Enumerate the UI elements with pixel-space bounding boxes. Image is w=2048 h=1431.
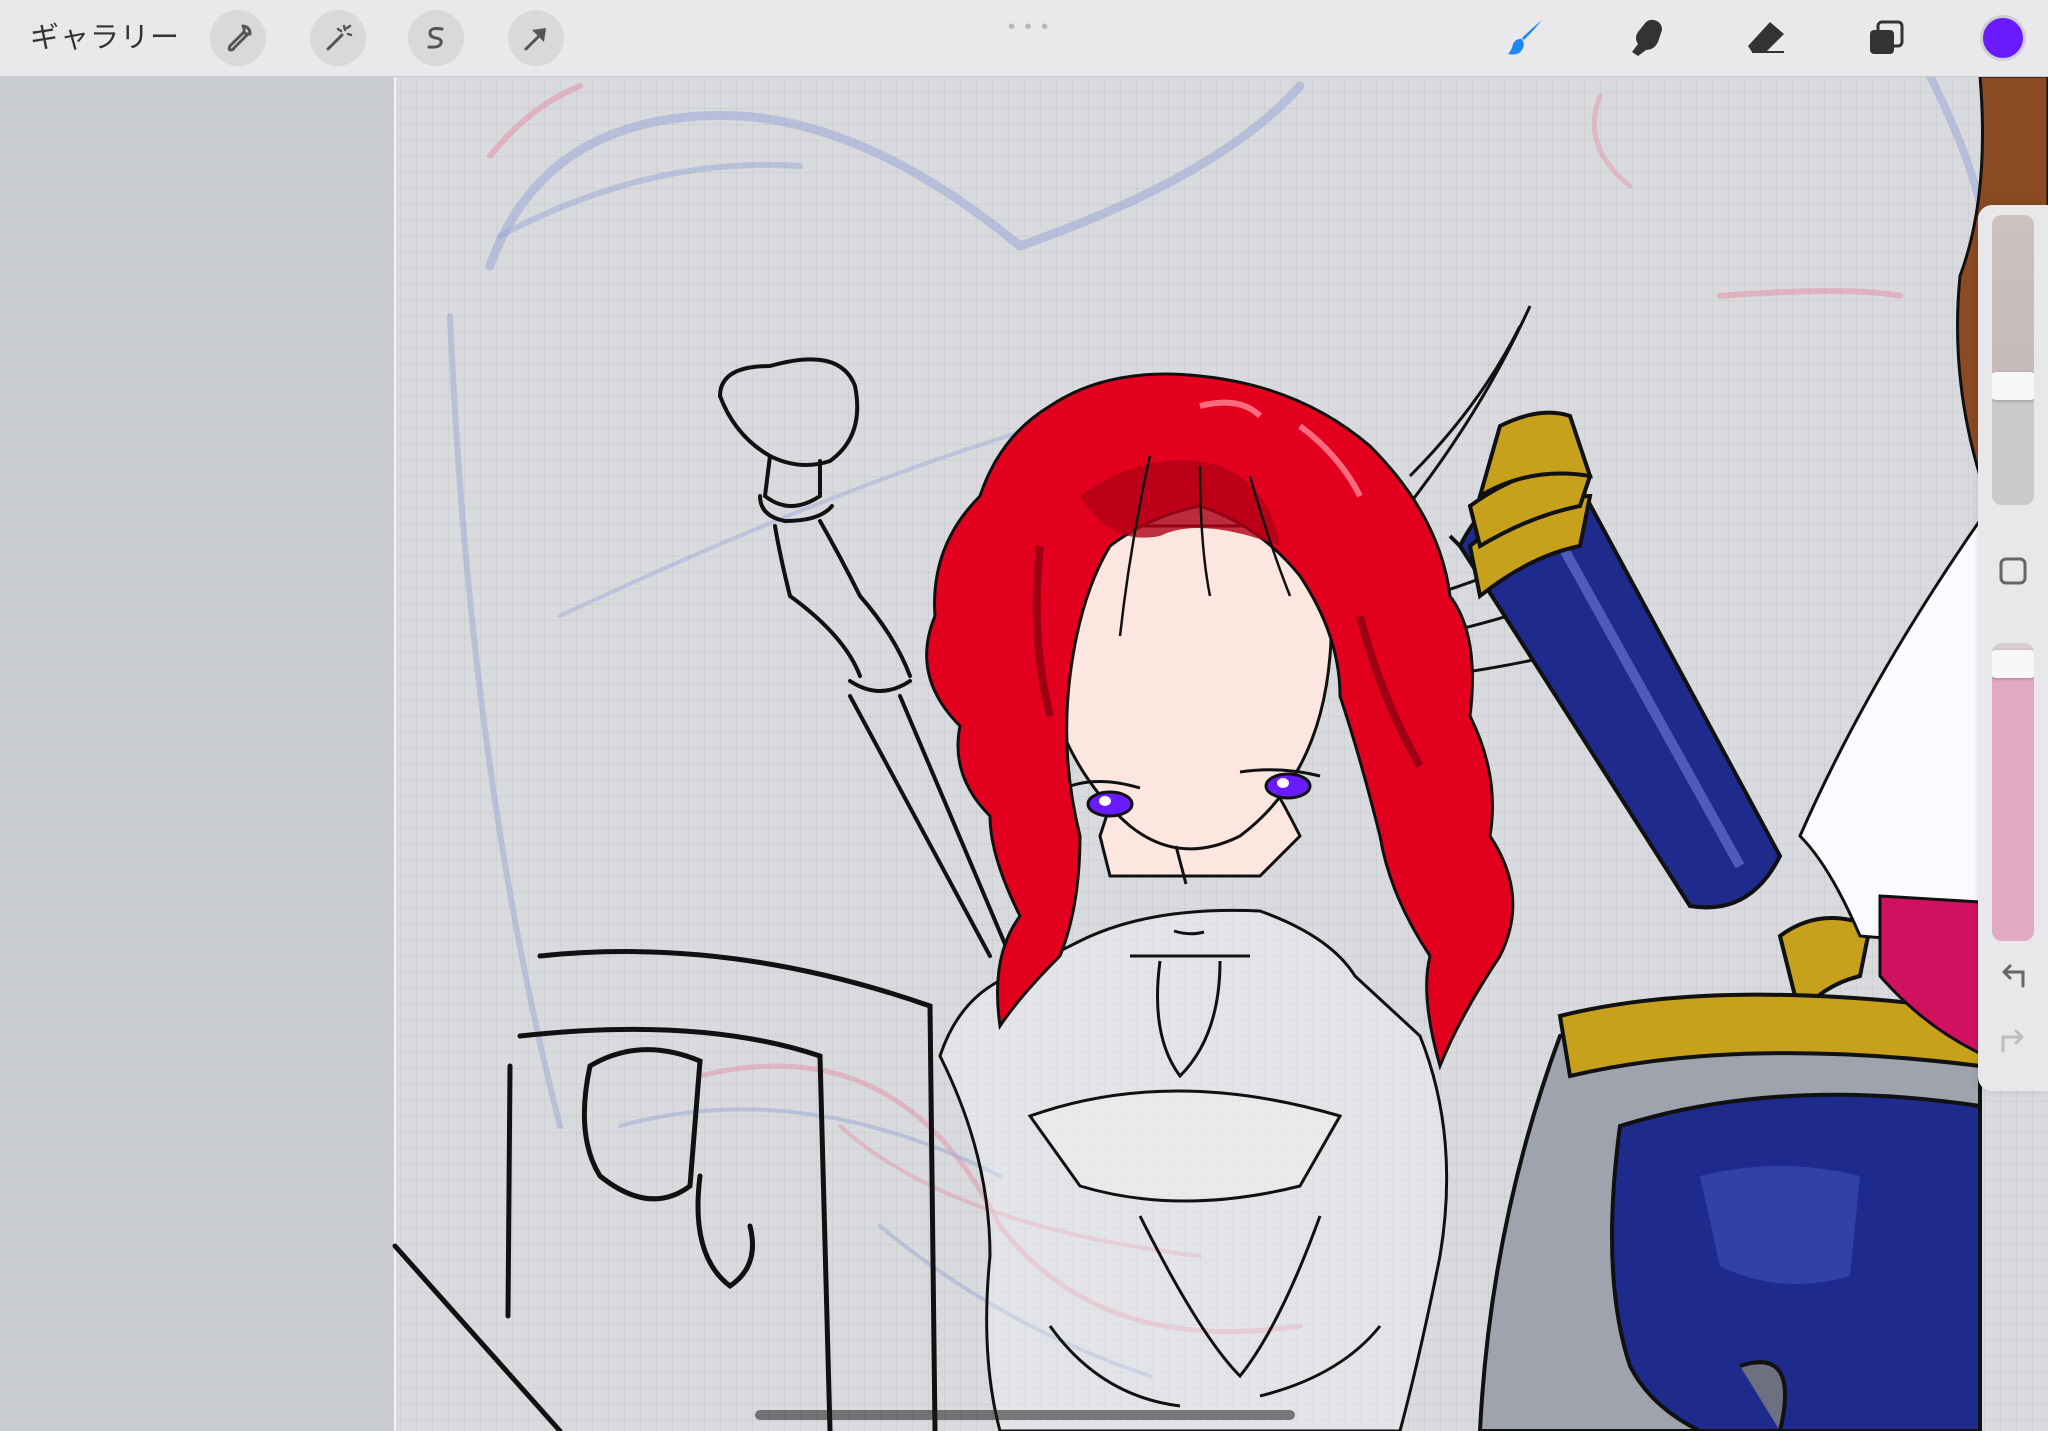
artwork bbox=[392, 76, 2048, 1431]
opacity-slider[interactable] bbox=[1992, 643, 2034, 941]
opacity-fill bbox=[1992, 663, 2034, 941]
layers-button[interactable] bbox=[1858, 10, 1914, 66]
top-toolbar: ギャラリー • • • bbox=[0, 0, 2048, 77]
brush-size-thumb[interactable] bbox=[1992, 372, 2034, 401]
gallery-button[interactable]: ギャラリー bbox=[30, 20, 180, 56]
color-picker-button[interactable] bbox=[1980, 15, 2026, 61]
brush-size-fill bbox=[1992, 386, 2034, 505]
redo-button[interactable] bbox=[1992, 1020, 2034, 1062]
brush-sidebar bbox=[1978, 205, 2048, 1091]
actions-button[interactable] bbox=[210, 10, 266, 66]
layers-icon bbox=[1870, 20, 1904, 54]
selection-button[interactable] bbox=[408, 10, 464, 66]
brush-icon bbox=[1508, 20, 1542, 55]
toolbar-grabber[interactable]: • • • bbox=[1008, 16, 1050, 39]
eraser-icon bbox=[1748, 22, 1784, 53]
adjustments-button[interactable] bbox=[310, 10, 366, 66]
home-indicator[interactable] bbox=[755, 1410, 1295, 1420]
blue-sword bbox=[1448, 410, 1873, 1021]
modify-button[interactable] bbox=[1992, 550, 2034, 592]
selection-s-icon bbox=[427, 27, 444, 49]
square-icon bbox=[1999, 557, 2027, 585]
brush-size-slider[interactable] bbox=[1992, 215, 2034, 505]
redo-icon bbox=[2001, 1029, 2024, 1053]
brush-tool-button[interactable] bbox=[1498, 10, 1554, 66]
arrow-cursor-icon bbox=[524, 28, 546, 51]
opacity-thumb[interactable] bbox=[1992, 649, 2034, 678]
shield-sketch bbox=[392, 949, 938, 1431]
transform-button[interactable] bbox=[508, 10, 564, 66]
magic-wand-icon bbox=[326, 24, 353, 51]
drawing-canvas[interactable] bbox=[0, 76, 2048, 1431]
undo-icon bbox=[2002, 964, 2025, 988]
wrench-icon bbox=[227, 24, 252, 52]
smudge-finger-icon bbox=[1632, 19, 1662, 56]
eraser-tool-button[interactable] bbox=[1738, 10, 1794, 66]
smudge-tool-button[interactable] bbox=[1618, 10, 1674, 66]
undo-button[interactable] bbox=[1992, 955, 2034, 997]
blue-shield bbox=[1477, 992, 1982, 1431]
